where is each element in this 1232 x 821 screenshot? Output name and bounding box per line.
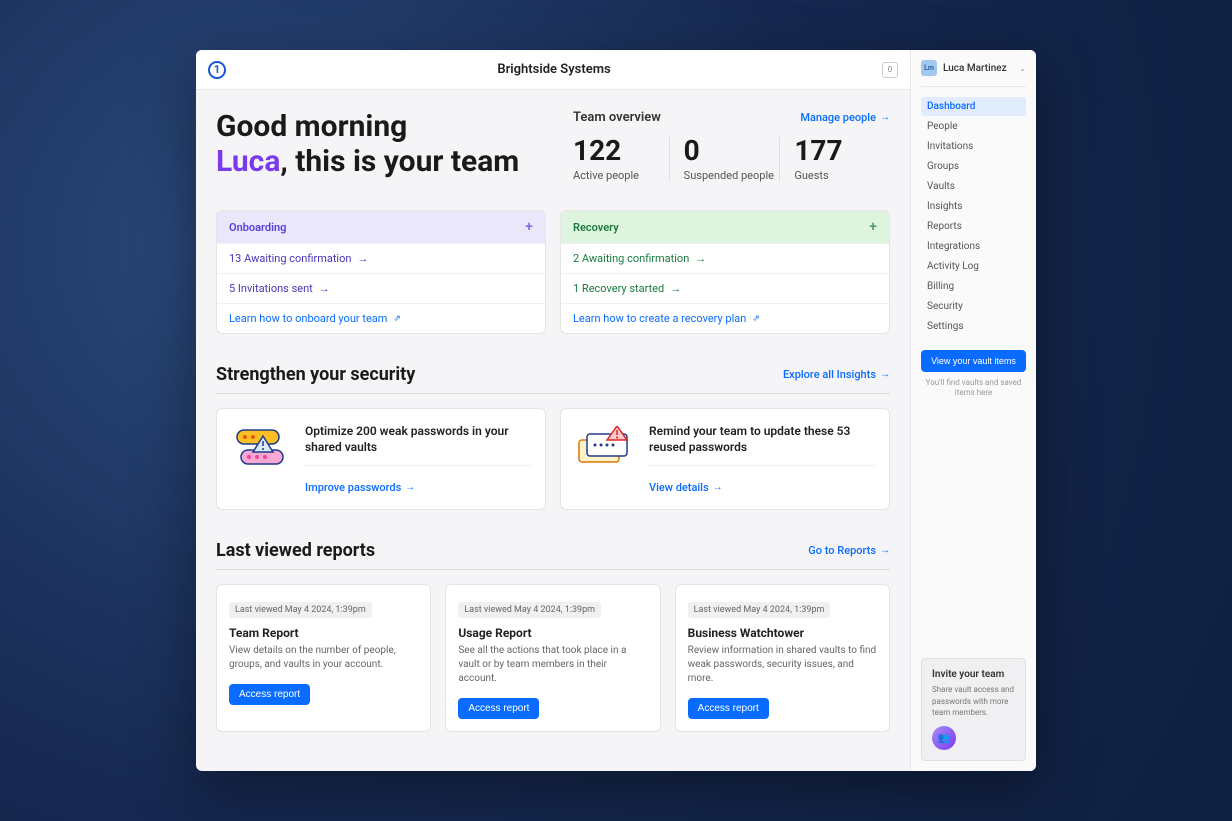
arrow-right-icon: → <box>713 482 723 493</box>
last-viewed-badge: Last viewed May 4 2024, 1:39pm <box>229 602 372 618</box>
nav-security[interactable]: Security <box>921 297 1026 316</box>
greeting-heading: Good morningLuca, this is your team <box>216 110 533 179</box>
nav-vaults[interactable]: Vaults <box>921 177 1026 196</box>
usage-report-card: Last viewed May 4 2024, 1:39pm Usage Rep… <box>445 584 660 732</box>
app-logo-icon[interactable]: 1 <box>208 61 226 79</box>
team-overview: Team overview Manage people→ 122Active p… <box>573 110 890 182</box>
add-onboarding-button[interactable]: + <box>525 219 533 235</box>
reports-heading: Last viewed reports <box>216 540 375 561</box>
nav-dashboard[interactable]: Dashboard <box>921 97 1026 116</box>
arrow-right-icon: → <box>880 545 890 556</box>
onboarding-sent[interactable]: 5 Invitations sent→ <box>217 273 545 303</box>
explore-insights-link[interactable]: Explore all Insights→ <box>783 368 890 381</box>
nav-settings[interactable]: Settings <box>921 317 1026 336</box>
external-link-icon: ⇗ <box>393 314 401 324</box>
greeting: Good morningLuca, this is your team <box>216 110 533 182</box>
weak-passwords-title: Optimize 200 weak passwords in your shar… <box>305 423 531 466</box>
nav-insights[interactable]: Insights <box>921 197 1026 216</box>
onboarding-title: Onboarding <box>229 221 286 234</box>
arrow-right-icon: → <box>880 369 890 380</box>
recovery-awaiting[interactable]: 2 Awaiting confirmation→ <box>561 243 889 273</box>
user-menu[interactable]: Lm Luca Martinez ⌄ <box>921 60 1026 87</box>
vault-hint: You'll find vaults and saved items here <box>921 378 1026 399</box>
last-viewed-badge: Last viewed May 4 2024, 1:39pm <box>688 602 831 618</box>
last-viewed-badge: Last viewed May 4 2024, 1:39pm <box>458 602 601 618</box>
nav-invitations[interactable]: Invitations <box>921 137 1026 156</box>
improve-passwords-link[interactable]: Improve passwords→ <box>305 481 415 494</box>
arrow-right-icon: → <box>695 252 706 265</box>
report-title: Usage Report <box>458 626 647 640</box>
report-desc: Review information in shared vaults to f… <box>688 644 877 686</box>
stat-guests: 177Guests <box>779 137 890 182</box>
nav-groups[interactable]: Groups <box>921 157 1026 176</box>
recovery-card: Recovery + 2 Awaiting confirmation→ 1 Rec… <box>560 210 890 334</box>
access-report-button[interactable]: Access report <box>458 698 539 719</box>
stat-suspended: 0Suspended people <box>669 137 780 182</box>
recovery-learn-link[interactable]: Learn how to create a recovery plan⇗ <box>561 303 889 333</box>
manage-people-link[interactable]: Manage people→ <box>800 111 890 124</box>
user-name: Luca Martinez <box>943 63 1013 74</box>
nav-reports[interactable]: Reports <box>921 217 1026 236</box>
overview-title: Team overview <box>573 110 661 125</box>
weak-passwords-card: Optimize 200 weak passwords in your shar… <box>216 408 546 510</box>
external-link-icon: ⇗ <box>752 314 760 324</box>
reused-password-icon <box>575 423 635 473</box>
onboarding-learn-link[interactable]: Learn how to onboard your team⇗ <box>217 303 545 333</box>
arrow-right-icon: → <box>670 282 681 295</box>
report-title: Team Report <box>229 626 418 640</box>
nav-integrations[interactable]: Integrations <box>921 237 1026 256</box>
sidebar: Lm Luca Martinez ⌄ Dashboard People Invi… <box>910 50 1036 771</box>
notification-icon[interactable]: 0 <box>882 62 898 78</box>
view-details-link[interactable]: View details→ <box>649 481 723 494</box>
goto-reports-link[interactable]: Go to Reports→ <box>808 544 890 557</box>
people-icon: 👥 <box>932 726 956 750</box>
reused-passwords-title: Remind your team to update these 53 reus… <box>649 423 875 466</box>
app-title: Brightside Systems <box>226 62 882 77</box>
recovery-started[interactable]: 1 Recovery started→ <box>561 273 889 303</box>
reused-passwords-card: Remind your team to update these 53 reus… <box>560 408 890 510</box>
security-heading: Strengthen your security <box>216 364 415 385</box>
report-desc: View details on the number of people, gr… <box>229 644 418 672</box>
stat-active: 122Active people <box>573 137 669 182</box>
arrow-right-icon: → <box>405 482 415 493</box>
add-recovery-button[interactable]: + <box>869 219 877 235</box>
access-report-button[interactable]: Access report <box>688 698 769 719</box>
watchtower-report-card: Last viewed May 4 2024, 1:39pm Business … <box>675 584 890 732</box>
onboarding-card: Onboarding + 13 Awaiting confirmation→ 5 … <box>216 210 546 334</box>
topbar: 1 Brightside Systems 0 <box>196 50 910 90</box>
team-report-card: Last viewed May 4 2024, 1:39pm Team Repo… <box>216 584 431 732</box>
arrow-right-icon: → <box>880 112 890 123</box>
invite-team-card: Invite your team Share vault access and … <box>921 658 1026 761</box>
access-report-button[interactable]: Access report <box>229 684 310 705</box>
onboarding-awaiting[interactable]: 13 Awaiting confirmation→ <box>217 243 545 273</box>
report-title: Business Watchtower <box>688 626 877 640</box>
nav-billing[interactable]: Billing <box>921 277 1026 296</box>
invite-title: Invite your team <box>932 669 1015 680</box>
chevron-down-icon: ⌄ <box>1019 64 1026 73</box>
view-vault-button[interactable]: View your vault items <box>921 350 1026 372</box>
avatar: Lm <box>921 60 937 76</box>
arrow-right-icon: → <box>319 282 330 295</box>
nav-people[interactable]: People <box>921 117 1026 136</box>
arrow-right-icon: → <box>357 252 368 265</box>
report-desc: See all the actions that took place in a… <box>458 644 647 686</box>
password-warning-icon <box>231 423 291 473</box>
invite-desc: Share vault access and passwords with mo… <box>932 684 1015 718</box>
sidebar-nav: Dashboard People Invitations Groups Vaul… <box>921 97 1026 336</box>
nav-activity-log[interactable]: Activity Log <box>921 257 1026 276</box>
recovery-title: Recovery <box>573 221 619 234</box>
